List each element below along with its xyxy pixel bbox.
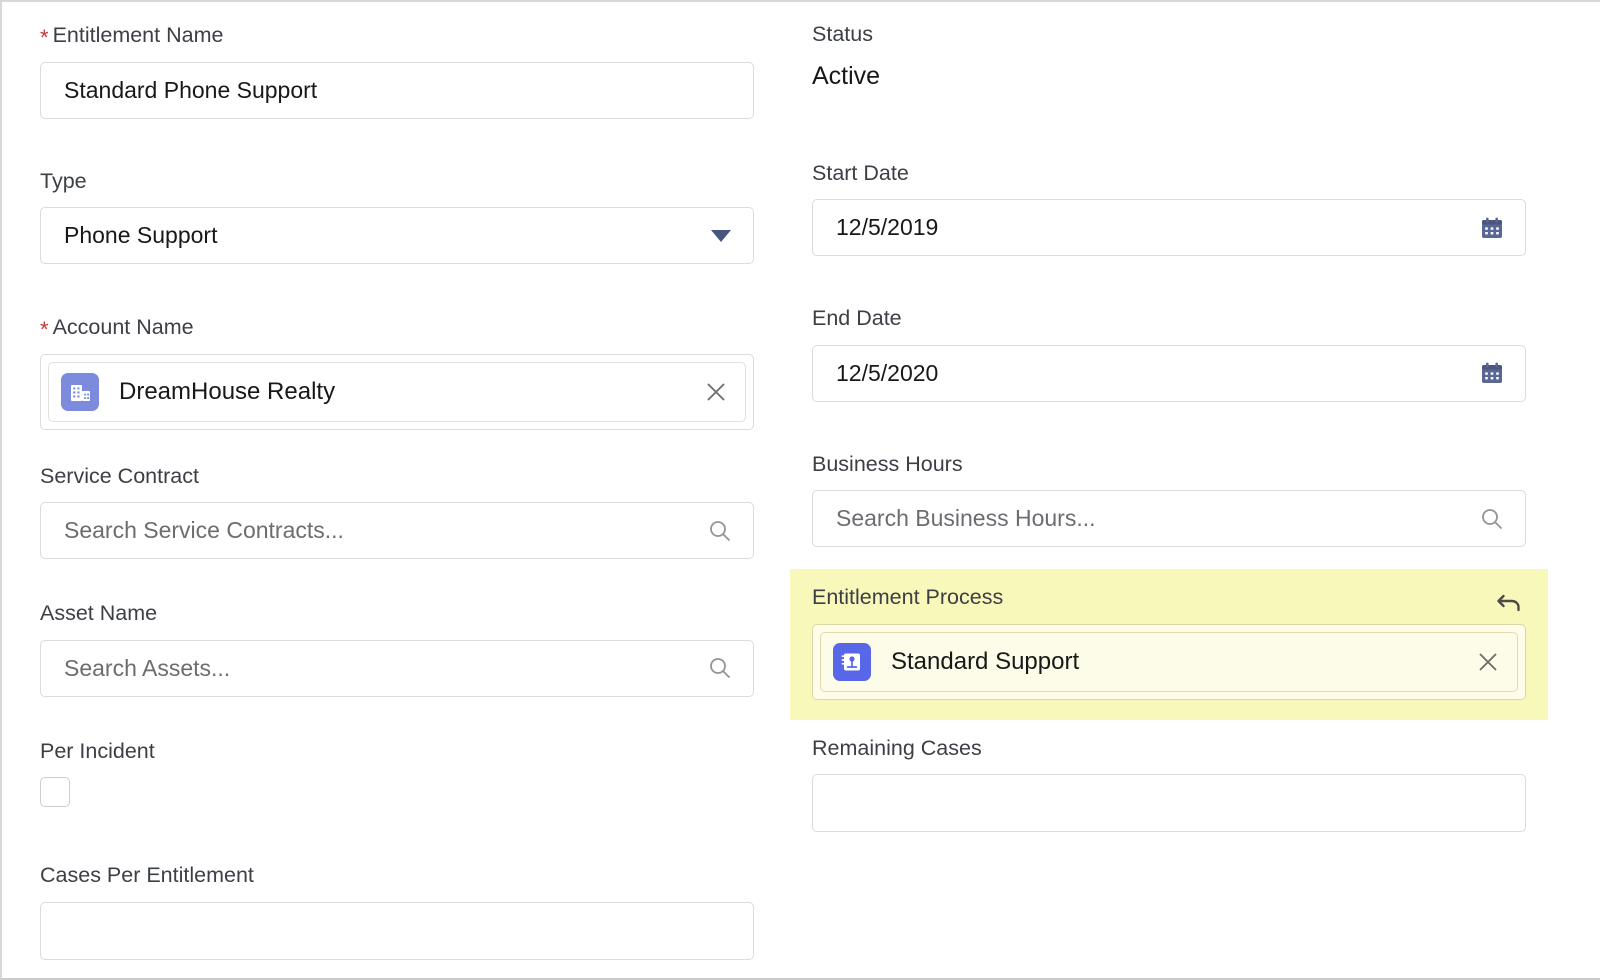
entitlement-name-value: Standard Phone Support [64, 76, 318, 103]
service-contract-search-input[interactable]: Search Service Contracts... [40, 502, 754, 559]
entitlement-process-value: Standard Support [891, 647, 1080, 675]
start-date-value: 12/5/2019 [836, 214, 939, 240]
asset-name-search-input[interactable]: Search Assets... [40, 639, 754, 697]
search-icon[interactable] [707, 655, 733, 681]
business-hours-placeholder: Search Business Hours... [836, 505, 1096, 531]
field-asset-name: Asset Name Search Assets... [40, 601, 754, 697]
form-right-column: Status Active Start Date 12/5/2019 End D… [790, 22, 1548, 960]
field-account-name: * Account Name DreamHouse Realty [40, 316, 754, 430]
calendar-icon[interactable] [1479, 360, 1505, 386]
entitlement-edit-form: * Entitlement Name Standard Phone Support… [0, 0, 1600, 980]
field-entitlement-process: Entitlement Process Standard Support [790, 569, 1548, 720]
required-asterisk-icon: * [40, 317, 49, 342]
label-cases-per-entitlement: Cases Per Entitlement [40, 863, 254, 887]
field-end-date: End Date 12/5/2020 [812, 306, 1526, 402]
type-value: Phone Support [64, 222, 218, 248]
close-icon[interactable] [701, 377, 731, 407]
chevron-down-icon [711, 229, 731, 242]
label-business-hours: Business Hours [812, 451, 963, 476]
end-date-value: 12/5/2020 [836, 359, 939, 386]
status-value: Active [812, 61, 881, 90]
label-asset-name: Asset Name [40, 601, 158, 625]
label-start-date: Start Date [812, 160, 909, 185]
undo-icon[interactable] [1492, 585, 1526, 619]
required-asterisk-icon: * [40, 25, 49, 50]
label-remaining-cases: Remaining Cases [812, 735, 982, 760]
account-name-value: DreamHouse Realty [119, 377, 336, 405]
label-text: Account Name [52, 315, 194, 339]
search-icon[interactable] [707, 518, 733, 544]
label-status: Status [812, 22, 873, 46]
field-type: Type Phone Support [40, 168, 754, 264]
field-remaining-cases: Remaining Cases [812, 735, 1526, 832]
entitlement-process-icon [833, 642, 871, 681]
end-date-input[interactable]: 12/5/2020 [812, 344, 1526, 402]
cases-per-entitlement-input[interactable] [40, 901, 754, 960]
label-end-date: End Date [812, 306, 902, 330]
field-start-date: Start Date 12/5/2019 [812, 160, 1526, 256]
form-left-column: * Entitlement Name Standard Phone Support… [40, 24, 754, 960]
field-per-incident: Per Incident [40, 738, 754, 807]
field-status: Status Active [812, 22, 1526, 90]
entitlement-name-input[interactable]: Standard Phone Support [40, 61, 754, 119]
field-business-hours: Business Hours Search Business Hours... [812, 451, 1526, 547]
label-text: Entitlement Name [52, 23, 224, 47]
business-hours-search-input[interactable]: Search Business Hours... [812, 490, 1526, 547]
label-type: Type [40, 168, 87, 193]
label-entitlement-process: Entitlement Process [812, 585, 1004, 609]
label-per-incident: Per Incident [40, 738, 155, 763]
calendar-icon[interactable] [1479, 215, 1505, 241]
search-icon[interactable] [1479, 506, 1505, 532]
close-icon[interactable] [1473, 647, 1503, 677]
entitlement-process-pill[interactable]: Standard Support [820, 631, 1518, 692]
account-building-icon [61, 372, 99, 411]
label-account-name: * Account Name [40, 316, 754, 354]
account-name-lookup[interactable]: DreamHouse Realty [40, 353, 754, 430]
entitlement-process-lookup[interactable]: Standard Support [812, 623, 1526, 700]
start-date-input[interactable]: 12/5/2019 [812, 199, 1526, 256]
label-entitlement-name: * Entitlement Name [40, 24, 754, 62]
field-entitlement-name: * Entitlement Name Standard Phone Support [40, 24, 754, 119]
account-name-pill[interactable]: DreamHouse Realty [48, 361, 746, 422]
label-service-contract: Service Contract [40, 463, 199, 488]
remaining-cases-input[interactable] [812, 774, 1526, 832]
type-select[interactable]: Phone Support [40, 207, 754, 264]
field-cases-per-entitlement: Cases Per Entitlement [40, 863, 754, 960]
form-grid: * Entitlement Name Standard Phone Support… [2, 2, 1600, 960]
field-service-contract: Service Contract Search Service Contract… [40, 463, 754, 559]
asset-name-placeholder: Search Assets... [64, 654, 231, 681]
service-contract-placeholder: Search Service Contracts... [64, 517, 344, 543]
per-incident-checkbox[interactable] [40, 777, 70, 807]
